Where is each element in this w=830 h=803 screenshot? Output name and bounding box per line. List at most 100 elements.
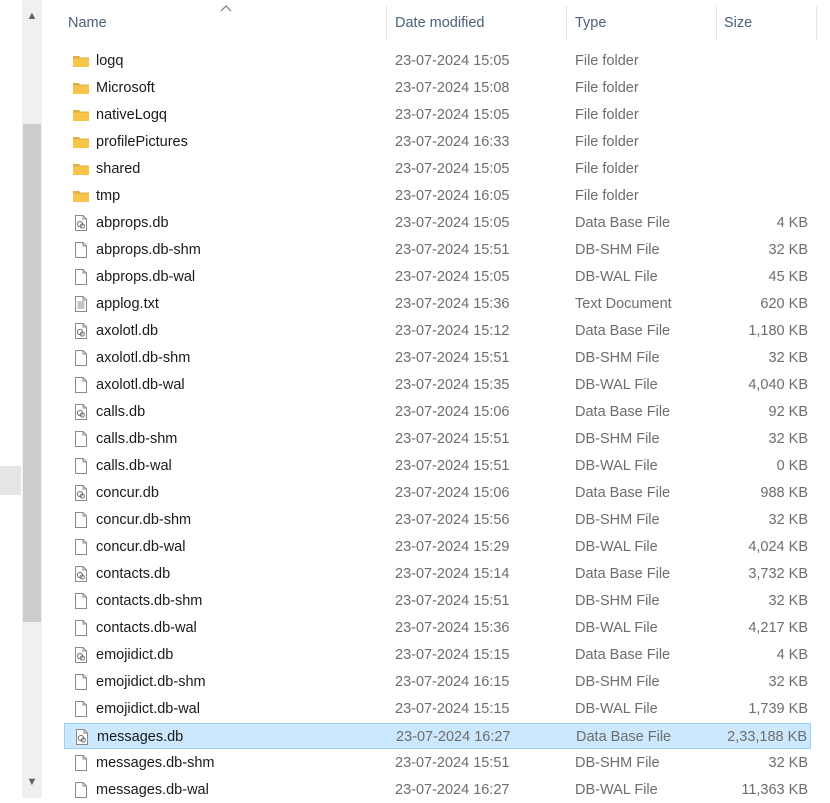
file-size: 2,33,188 KB: [727, 729, 807, 745]
file-name: abprops.db-wal: [96, 269, 196, 285]
file-date-modified: 23-07-2024 15:05: [395, 53, 510, 69]
file-row[interactable]: abprops.db-wal 23-07-2024 15:05 DB-WAL Fil…: [64, 264, 811, 290]
file-date-modified: 23-07-2024 15:06: [395, 485, 510, 501]
column-header-name[interactable]: Name: [68, 0, 107, 46]
file-date-modified: 23-07-2024 15:05: [395, 161, 510, 177]
file-size: 3,732 KB: [748, 566, 808, 582]
file-size: 45 KB: [768, 269, 809, 285]
file-row[interactable]: axolotl.db-shm 23-07-2024 15:51 DB-SHM Fil…: [64, 345, 811, 371]
folder-icon: [72, 106, 90, 124]
file-type: DB-WAL File: [575, 377, 658, 393]
file-date-modified: 23-07-2024 15:05: [395, 269, 510, 285]
blank-file-icon: [72, 457, 90, 475]
file-name: emojidict.db-shm: [96, 674, 206, 690]
file-size: 4,217 KB: [748, 620, 808, 636]
file-name: concur.db-wal: [96, 539, 186, 555]
file-type: File folder: [575, 188, 639, 204]
blank-file-icon: [72, 349, 90, 367]
file-row[interactable]: logq 23-07-2024 15:05 File folder: [64, 48, 811, 74]
blank-file-icon: [72, 268, 90, 286]
file-row[interactable]: contacts.db 23-07-2024 15:14 Data Base Fil…: [64, 561, 811, 587]
file-type: Data Base File: [575, 404, 671, 420]
file-type: Data Base File: [575, 215, 671, 231]
file-date-modified: 23-07-2024 15:05: [395, 107, 510, 123]
folder-icon: [72, 52, 90, 70]
file-date-modified: 23-07-2024 15:15: [395, 701, 510, 717]
file-row[interactable]: emojidict.db-shm 23-07-2024 16:15 DB-SHM F…: [64, 669, 811, 695]
column-divider[interactable]: [716, 6, 717, 40]
file-size: 0 KB: [776, 458, 808, 474]
column-header-date-modified[interactable]: Date modified: [395, 0, 484, 46]
column-header-size[interactable]: Size: [724, 0, 752, 46]
column-divider[interactable]: [566, 6, 567, 40]
database-file-icon: [72, 565, 90, 583]
file-type: DB-WAL File: [575, 458, 658, 474]
file-row-selected[interactable]: messages.db 23-07-2024 16:27 Data Base Fil…: [64, 723, 811, 749]
file-type: Text Document: [575, 296, 672, 312]
file-row[interactable]: abprops.db 23-07-2024 15:05 Data Base File…: [64, 210, 811, 236]
file-date-modified: 23-07-2024 16:27: [396, 729, 511, 745]
blank-file-icon: [72, 511, 90, 529]
file-name: calls.db-shm: [96, 431, 178, 447]
scroll-down-arrow-icon[interactable]: ▼: [22, 771, 42, 793]
file-row[interactable]: contacts.db-shm 23-07-2024 15:51 DB-SHM Fi…: [64, 588, 811, 614]
file-date-modified: 23-07-2024 15:51: [395, 431, 510, 447]
file-row[interactable]: Microsoft 23-07-2024 15:08 File folder: [64, 75, 811, 101]
file-row[interactable]: nativeLogq 23-07-2024 15:05 File folder: [64, 102, 811, 128]
file-row[interactable]: profilePictures 23-07-2024 16:33 File fold…: [64, 129, 811, 155]
column-header-type[interactable]: Type: [575, 0, 606, 46]
scrollbar-thumb[interactable]: [23, 124, 41, 622]
column-divider[interactable]: [816, 6, 817, 40]
file-name: emojidict.db: [96, 647, 174, 663]
file-row[interactable]: concur.db-shm 23-07-2024 15:56 DB-SHM File…: [64, 507, 811, 533]
blank-file-icon: [72, 700, 90, 718]
file-date-modified: 23-07-2024 15:51: [395, 242, 510, 258]
file-row[interactable]: calls.db 23-07-2024 15:06 Data Base File 92…: [64, 399, 811, 425]
file-size: 620 KB: [760, 296, 808, 312]
blank-file-icon: [72, 430, 90, 448]
file-name: axolotl.db: [96, 323, 159, 339]
column-divider[interactable]: [386, 6, 387, 40]
file-name: contacts.db-wal: [96, 620, 197, 636]
text-file-icon: [72, 295, 90, 313]
file-row[interactable]: contacts.db-wal 23-07-2024 15:36 DB-WAL Fi…: [64, 615, 811, 641]
file-row[interactable]: tmp 23-07-2024 16:05 File folder: [64, 183, 811, 209]
file-row[interactable]: calls.db-shm 23-07-2024 15:51 DB-SHM File 3…: [64, 426, 811, 452]
database-file-icon: [72, 484, 90, 502]
file-date-modified: 23-07-2024 16:27: [395, 782, 510, 798]
file-size: 32 KB: [768, 431, 809, 447]
file-name: messages.db: [97, 729, 184, 745]
file-name: contacts.db: [96, 566, 171, 582]
navigation-pane-scrollbar[interactable]: ▲ ▼: [22, 0, 42, 798]
file-date-modified: 23-07-2024 15:14: [395, 566, 510, 582]
file-size: 32 KB: [768, 674, 809, 690]
file-row[interactable]: concur.db 23-07-2024 15:06 Data Base File 9…: [64, 480, 811, 506]
file-type: Data Base File: [575, 323, 671, 339]
file-date-modified: 23-07-2024 15:35: [395, 377, 510, 393]
file-date-modified: 23-07-2024 16:15: [395, 674, 510, 690]
file-row[interactable]: axolotl.db-wal 23-07-2024 15:35 DB-WAL Fil…: [64, 372, 811, 398]
file-row[interactable]: calls.db-wal 23-07-2024 15:51 DB-WAL File 0…: [64, 453, 811, 479]
file-type: DB-SHM File: [575, 755, 660, 771]
file-row[interactable]: messages.db-shm 23-07-2024 15:51 DB-SHM Fi…: [64, 750, 811, 776]
file-type: DB-WAL File: [575, 539, 658, 555]
file-row[interactable]: abprops.db-shm 23-07-2024 15:51 DB-SHM Fil…: [64, 237, 811, 263]
scroll-up-arrow-icon[interactable]: ▲: [22, 5, 42, 27]
file-row[interactable]: emojidict.db 23-07-2024 15:15 Data Base Fi…: [64, 642, 811, 668]
file-row[interactable]: applog.txt 23-07-2024 15:36 Text Document 6…: [64, 291, 811, 317]
file-name: calls.db: [96, 404, 146, 420]
file-type: DB-SHM File: [575, 512, 660, 528]
file-date-modified: 23-07-2024 15:51: [395, 350, 510, 366]
folder-icon: [72, 133, 90, 151]
file-name: applog.txt: [96, 296, 159, 312]
blank-file-icon: [72, 781, 90, 799]
file-row[interactable]: shared 23-07-2024 15:05 File folder: [64, 156, 811, 182]
file-row[interactable]: axolotl.db 23-07-2024 15:12 Data Base File…: [64, 318, 811, 344]
file-row[interactable]: emojidict.db-wal 23-07-2024 15:15 DB-WAL F…: [64, 696, 811, 722]
file-type: File folder: [575, 53, 639, 69]
file-size: 32 KB: [768, 350, 809, 366]
file-row[interactable]: messages.db-wal 23-07-2024 16:27 DB-WAL Fi…: [64, 777, 811, 803]
file-row[interactable]: concur.db-wal 23-07-2024 15:29 DB-WAL File…: [64, 534, 811, 560]
file-type: File folder: [575, 134, 639, 150]
file-date-modified: 23-07-2024 15:12: [395, 323, 510, 339]
